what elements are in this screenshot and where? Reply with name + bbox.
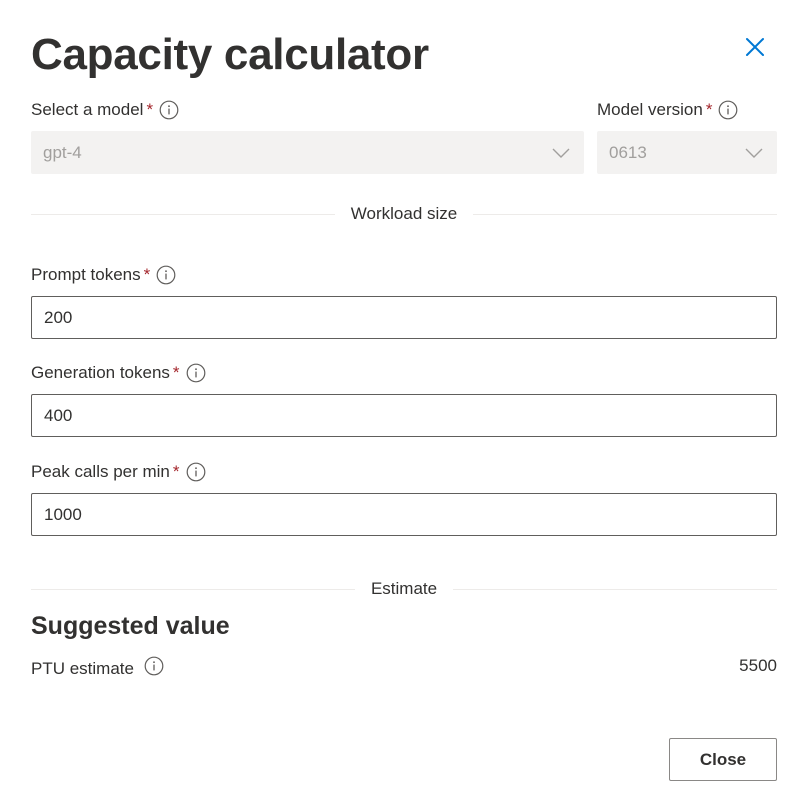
required-mark: * [705, 100, 713, 119]
prompt-tokens-label: Prompt tokens [31, 265, 141, 284]
model-select[interactable]: gpt-4 [31, 131, 584, 174]
divider-line [31, 213, 335, 215]
required-mark: * [172, 462, 180, 481]
version-select-label: Model version [597, 100, 703, 119]
capacity-calculator-dialog: Capacity calculator Select a model * gpt… [0, 0, 809, 812]
required-mark: * [143, 265, 151, 284]
divider-line [473, 213, 778, 215]
workload-size-divider: Workload size [31, 203, 778, 225]
info-icon[interactable] [718, 100, 738, 120]
prompt-tokens-input[interactable]: 200 [31, 296, 777, 339]
generation-tokens-label-row: Generation tokens * [31, 362, 206, 384]
estimate-heading: Estimate [370, 579, 438, 598]
dialog-title: Capacity calculator [31, 30, 429, 79]
info-icon[interactable] [186, 462, 206, 482]
divider-line [31, 588, 355, 590]
required-mark: * [172, 363, 180, 382]
prompt-tokens-label-row: Prompt tokens * [31, 264, 176, 286]
version-select-value: 0613 [609, 142, 647, 162]
close-dialog-button[interactable] [741, 33, 769, 61]
model-select-label-row: Select a model * [31, 99, 179, 121]
info-icon[interactable] [156, 265, 176, 285]
peak-calls-label-row: Peak calls per min * [31, 461, 206, 483]
suggested-value-title: Suggested value [31, 612, 230, 640]
info-icon[interactable] [159, 100, 179, 120]
peak-calls-input[interactable]: 1000 [31, 493, 777, 536]
ptu-estimate-value: 5500 [739, 656, 777, 675]
chevron-down-icon [745, 148, 763, 158]
peak-calls-label: Peak calls per min [31, 462, 170, 481]
version-select[interactable]: 0613 [597, 131, 777, 174]
peak-calls-value: 1000 [44, 504, 82, 524]
version-select-label-row: Model version * [597, 99, 738, 121]
close-button[interactable]: Close [669, 738, 777, 781]
workload-size-heading: Workload size [350, 204, 458, 223]
generation-tokens-label: Generation tokens [31, 363, 170, 382]
divider-line [453, 588, 778, 590]
ptu-estimate-label: PTU estimate [31, 659, 134, 678]
required-mark: * [146, 100, 154, 119]
info-icon[interactable] [144, 656, 164, 676]
estimate-divider: Estimate [31, 578, 778, 600]
chevron-down-icon [552, 148, 570, 158]
info-icon[interactable] [186, 363, 206, 383]
prompt-tokens-value: 200 [44, 307, 73, 327]
close-icon [746, 38, 764, 56]
ptu-estimate-label-row: PTU estimate [31, 656, 164, 680]
model-select-label: Select a model [31, 100, 144, 119]
generation-tokens-input[interactable]: 400 [31, 394, 777, 437]
generation-tokens-value: 400 [44, 405, 73, 425]
model-select-value: gpt-4 [43, 142, 82, 162]
